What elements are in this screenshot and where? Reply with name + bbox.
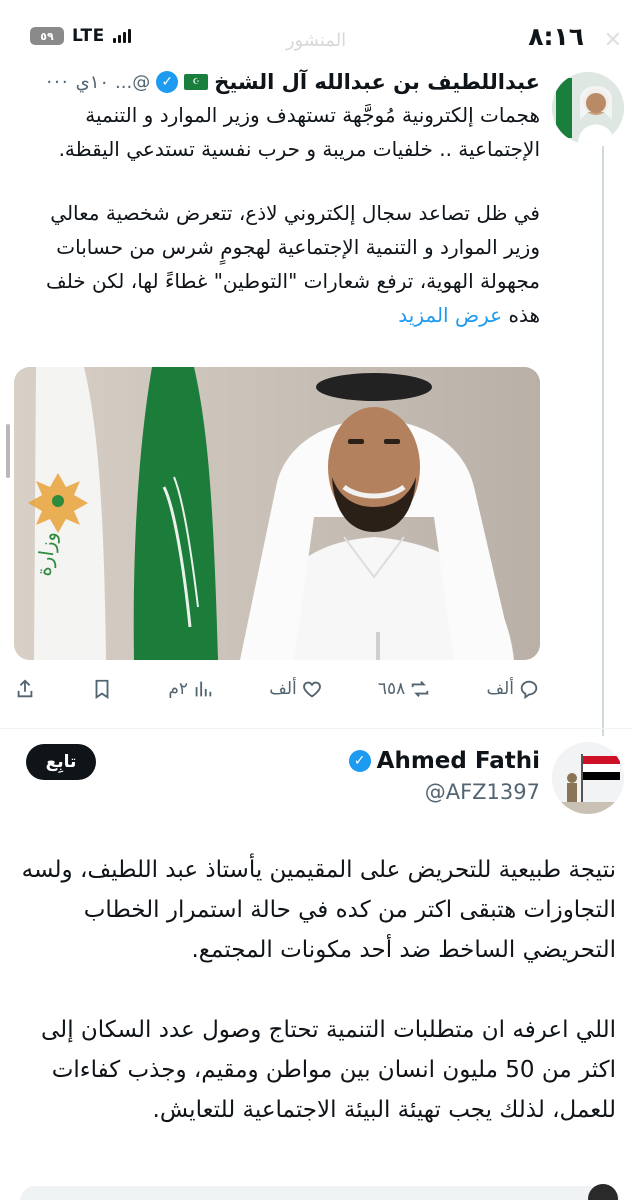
saudi-flag-icon: ☪ (184, 74, 209, 90)
reply-button[interactable]: ألف (486, 678, 540, 700)
reply-author-avatar[interactable] (552, 742, 624, 814)
battery-icon: ٥٩ (30, 27, 64, 45)
verified-badge-icon: ✓ (348, 750, 371, 772)
tweet-paragraph-1: هجمات إلكترونية مُوجَّهة تستهدف وزير الم… (58, 103, 540, 161)
like-button[interactable]: ألف (269, 678, 323, 700)
reply-count: ألف (486, 679, 514, 699)
like-count: ألف (269, 679, 297, 699)
show-more-link[interactable]: عرض المزيد (398, 303, 502, 327)
reply-text: نتيجة طبيعية للتحريض على المقيمين يأستاذ… (16, 850, 616, 1170)
tweet-header: عبداللطيف بن عبدالله آل الشيخ ☪ ✓ @... ١… (20, 66, 540, 98)
tweet-actions: ألف ٦٥٨ ألف ٢م (14, 674, 540, 704)
follow-button[interactable]: تابِع (26, 744, 96, 780)
reply-paragraph-2: اللي اعرفه ان متطلبات التنمية تحتاج وصول… (41, 1017, 616, 1123)
tweet-time: ١٠ي (75, 71, 110, 93)
repost-count: ٦٥٨ (377, 679, 406, 699)
tweet-text: هجمات إلكترونية مُوجَّهة تستهدف وزير الم… (18, 98, 540, 362)
more-options-icon[interactable]: ··· (46, 72, 69, 93)
bookmark-icon (95, 679, 109, 699)
views-icon (195, 681, 212, 697)
reply-compose-bar[interactable] (20, 1186, 620, 1200)
tweet-photo[interactable]: وزارة (14, 367, 540, 660)
network-type: LTE (72, 26, 105, 46)
author-handle[interactable]: @... (115, 72, 150, 93)
status-indicators: ٥٩ LTE (30, 26, 131, 46)
divider (0, 728, 632, 729)
share-icon (17, 679, 33, 698)
status-time: ٨:١٦ (528, 22, 584, 51)
reply-tweet[interactable]: ✓ Ahmed Fathi @AFZ1397 تابِع نتيجة طبيعي… (0, 740, 632, 1200)
tweet-paragraph-2: في ظل تصاعد سجال إلكتروني لاذع، تتعرض شخ… (18, 196, 540, 332)
original-tweet[interactable]: عبداللطيف بن عبدالله آل الشيخ ☪ ✓ @... ١… (0, 62, 632, 717)
reply-author-name[interactable]: Ahmed Fathi (377, 748, 540, 774)
close-icon[interactable]: ✕ (604, 28, 622, 53)
reply-author-handle[interactable]: @AFZ1397 (425, 780, 540, 804)
heart-icon (302, 681, 321, 698)
repost-icon (412, 681, 429, 697)
views-button[interactable]: ٢م (168, 678, 214, 700)
thread-line (602, 146, 604, 736)
bookmark-button[interactable] (91, 678, 113, 700)
signal-icon (112, 29, 131, 43)
reply-icon (520, 680, 538, 700)
repost-button[interactable]: ٦٥٨ (378, 678, 431, 700)
verified-badge-icon: ✓ (156, 71, 179, 93)
status-bar: المنشور ✕ ٥٩ LTE ٨:١٦ (0, 0, 632, 62)
author-name[interactable]: عبداللطيف بن عبدالله آل الشيخ (214, 70, 540, 94)
author-avatar[interactable] (552, 72, 624, 144)
views-count: ٢م (168, 679, 189, 699)
share-button[interactable] (14, 678, 36, 700)
reply-paragraph-1: نتيجة طبيعية للتحريض على المقيمين يأستاذ… (21, 857, 616, 963)
scrollbar[interactable] (6, 424, 10, 478)
reply-author-name-row: ✓ Ahmed Fathi (348, 748, 540, 774)
